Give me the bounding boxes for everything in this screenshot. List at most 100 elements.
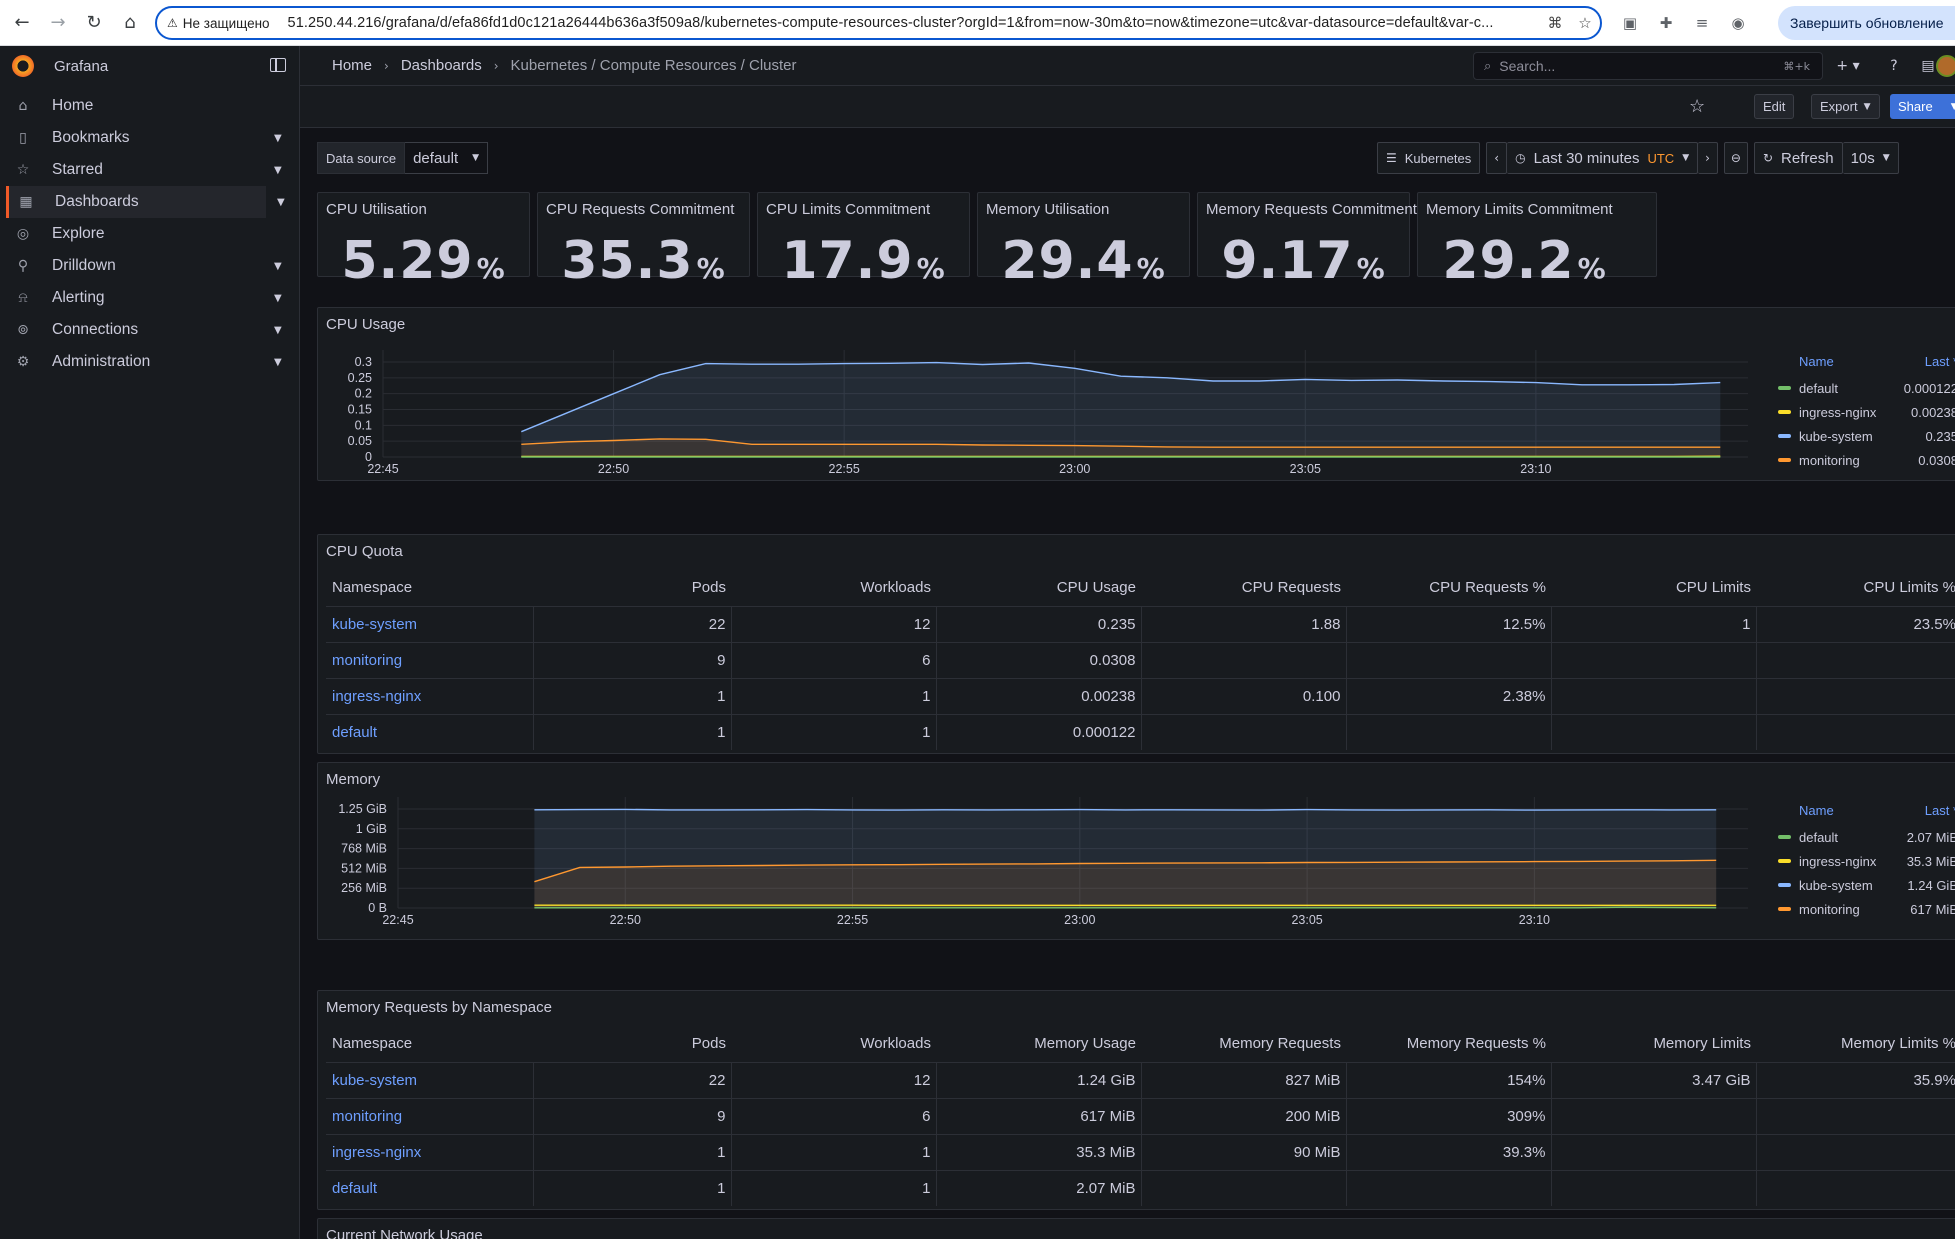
cpu-usage-chart[interactable]: 22:45 22:50 22:55 23:00 23:05 23:1000.050.10.…: [318, 308, 1758, 482]
translate-icon[interactable]: ⌘: [1540, 14, 1570, 32]
home-icon[interactable]: ⌂: [112, 5, 148, 41]
time-forward-button[interactable]: ›: [1698, 142, 1718, 174]
back-icon[interactable]: ←: [4, 5, 40, 41]
memory-chart[interactable]: 22:45 22:50 22:55 23:00 23:05 23:10 0 B 256 MiB…: [318, 763, 1758, 941]
export-button[interactable]: Export ▼: [1811, 94, 1880, 119]
chevron-down-icon[interactable]: ▼: [277, 197, 285, 208]
help-icon[interactable]: ?: [1881, 52, 1907, 80]
extensions-icon[interactable]: ✚: [1651, 8, 1681, 38]
column-header[interactable]: Pods: [533, 570, 732, 606]
column-header[interactable]: Memory Requests %: [1347, 1026, 1552, 1062]
star-icon[interactable]: ☆: [1689, 96, 1705, 117]
legend-last-header[interactable]: Last *: [1925, 354, 1955, 369]
breadcrumb-dashboards[interactable]: Dashboards: [401, 57, 482, 74]
column-header[interactable]: Workloads: [732, 1026, 937, 1062]
forward-icon[interactable]: →: [40, 5, 76, 41]
legend-item[interactable]: default 0.000122: [1778, 376, 1955, 400]
sidebar-item-explore[interactable]: ◎ Explore: [0, 218, 299, 250]
column-header[interactable]: CPU Usage: [937, 570, 1142, 606]
legend-item[interactable]: kube-system 1.24 GiB: [1778, 873, 1955, 897]
legend-name-header[interactable]: Name: [1778, 803, 1925, 818]
sidebar-item-bookmarks[interactable]: ▯ Bookmarks ▼: [0, 122, 299, 154]
panel-title[interactable]: Current Network Usage: [326, 1227, 483, 1239]
namespace-link[interactable]: monitoring: [326, 641, 534, 678]
legend-item[interactable]: ingress-nginx 35.3 MiB: [1778, 849, 1955, 873]
namespace-link[interactable]: monitoring: [326, 1097, 534, 1134]
column-header[interactable]: Memory Usage: [937, 1026, 1142, 1062]
chevron-down-icon[interactable]: ▼: [274, 133, 282, 144]
series-line-kube-system[interactable]: [534, 808, 1717, 811]
brand[interactable]: Grafana: [0, 46, 299, 86]
namespace-link[interactable]: ingress-nginx: [326, 1133, 534, 1170]
legend-last-header[interactable]: Last *: [1925, 803, 1955, 818]
legend-name-header[interactable]: Name: [1778, 354, 1925, 369]
time-picker[interactable]: ◷ Last 30 minutes UTC ▼: [1507, 142, 1699, 174]
namespace-link[interactable]: kube-system: [326, 605, 534, 642]
legend-item[interactable]: monitoring 0.0308: [1778, 448, 1955, 472]
legend-item[interactable]: kube-system 0.235: [1778, 424, 1955, 448]
sidebar-item-administration[interactable]: ⚙ Administration ▼: [0, 346, 299, 378]
column-header[interactable]: Memory Limits %: [1757, 1026, 1955, 1062]
legend-item[interactable]: default 2.07 MiB: [1778, 825, 1955, 849]
sidebar-item-alerting[interactable]: ⍾ Alerting ▼: [0, 282, 299, 314]
column-header[interactable]: CPU Limits %: [1757, 570, 1955, 606]
panel-title[interactable]: Memory Requests Commitment: [1206, 201, 1417, 218]
column-header[interactable]: CPU Requests %: [1347, 570, 1552, 606]
edit-button[interactable]: Edit: [1754, 94, 1795, 119]
bookmark-star-icon[interactable]: ☆: [1570, 14, 1600, 32]
sidebar-item-home[interactable]: ⌂ Home: [0, 90, 299, 122]
time-back-button[interactable]: ‹: [1486, 142, 1508, 174]
namespace-link[interactable]: ingress-nginx: [326, 677, 534, 714]
panel-title[interactable]: CPU Utilisation: [326, 201, 427, 218]
column-header[interactable]: Memory Requests: [1142, 1026, 1347, 1062]
finish-update-button[interactable]: Завершить обновление: [1778, 6, 1955, 40]
datasource-select[interactable]: default ▼: [405, 142, 489, 174]
url-text[interactable]: 51.250.44.216/grafana/d/efa86fd1d0c121a2…: [288, 15, 1540, 31]
panel-title[interactable]: Memory Utilisation: [986, 201, 1109, 218]
series-line-default[interactable]: [534, 906, 1717, 909]
namespace-link[interactable]: kube-system: [326, 1061, 534, 1098]
chevron-down-icon[interactable]: ▼: [274, 357, 282, 368]
media-icon[interactable]: ≡: [1687, 8, 1717, 38]
namespace-link[interactable]: default: [326, 1169, 534, 1206]
panel-title[interactable]: CPU Quota: [326, 543, 403, 560]
reload-icon[interactable]: ↻: [76, 5, 112, 41]
security-indicator[interactable]: ⚠ Не защищено: [167, 16, 270, 31]
panel-title[interactable]: CPU Requests Commitment: [546, 201, 734, 218]
column-header[interactable]: CPU Limits: [1552, 570, 1757, 606]
panel-title[interactable]: Memory Requests by Namespace: [326, 999, 552, 1016]
breadcrumb-home[interactable]: Home: [332, 57, 372, 74]
column-header[interactable]: Namespace: [326, 1026, 533, 1062]
namespace-link[interactable]: default: [326, 713, 534, 750]
chevron-down-icon[interactable]: ▼: [274, 165, 282, 176]
column-header[interactable]: CPU Requests: [1142, 570, 1347, 606]
legend-item[interactable]: monitoring 617 MiB: [1778, 897, 1955, 921]
dashboard-links-button[interactable]: ☰ Kubernetes: [1377, 142, 1481, 174]
table-row: default 1 1 0.000122: [326, 713, 1955, 750]
avatar[interactable]: [1936, 55, 1955, 77]
sidebar-item-starred[interactable]: ☆ Starred ▼: [0, 154, 299, 186]
legend-item[interactable]: ingress-nginx 0.00238: [1778, 400, 1955, 424]
sidebar-item-drilldown[interactable]: ⚲ Drilldown ▼: [0, 250, 299, 282]
address-bar[interactable]: ⚠ Не защищено 51.250.44.216/grafana/d/efa…: [155, 6, 1602, 40]
refresh-button[interactable]: ↻ Refresh: [1753, 142, 1843, 174]
column-header[interactable]: Namespace: [326, 570, 533, 606]
sidebar-item-connections[interactable]: ⊚ Connections ▼: [0, 314, 299, 346]
column-header[interactable]: Memory Limits: [1552, 1026, 1757, 1062]
add-icon[interactable]: + ▾: [1835, 52, 1861, 80]
zoom-out-button[interactable]: ⊖: [1723, 142, 1748, 174]
chevron-down-icon[interactable]: ▼: [274, 293, 282, 304]
panel-title[interactable]: CPU Limits Commitment: [766, 201, 930, 218]
search-input[interactable]: ⌕ Search... ⌘+k: [1473, 52, 1823, 80]
dock-menu-icon[interactable]: [270, 58, 286, 72]
extension-translate-icon[interactable]: ▣: [1615, 8, 1645, 38]
column-header[interactable]: Workloads: [732, 570, 937, 606]
chevron-down-icon[interactable]: ▼: [274, 261, 282, 272]
panel-title[interactable]: Memory Limits Commitment: [1426, 201, 1613, 218]
share-button[interactable]: Share ▼: [1890, 94, 1955, 119]
column-header[interactable]: Pods: [533, 1026, 732, 1062]
profile-icon[interactable]: ◉: [1723, 8, 1753, 38]
refresh-interval-select[interactable]: 10s ▼: [1842, 142, 1899, 174]
chevron-down-icon[interactable]: ▼: [274, 325, 282, 336]
sidebar-item-dashboards[interactable]: ▦ Dashboards ▼: [6, 186, 285, 218]
